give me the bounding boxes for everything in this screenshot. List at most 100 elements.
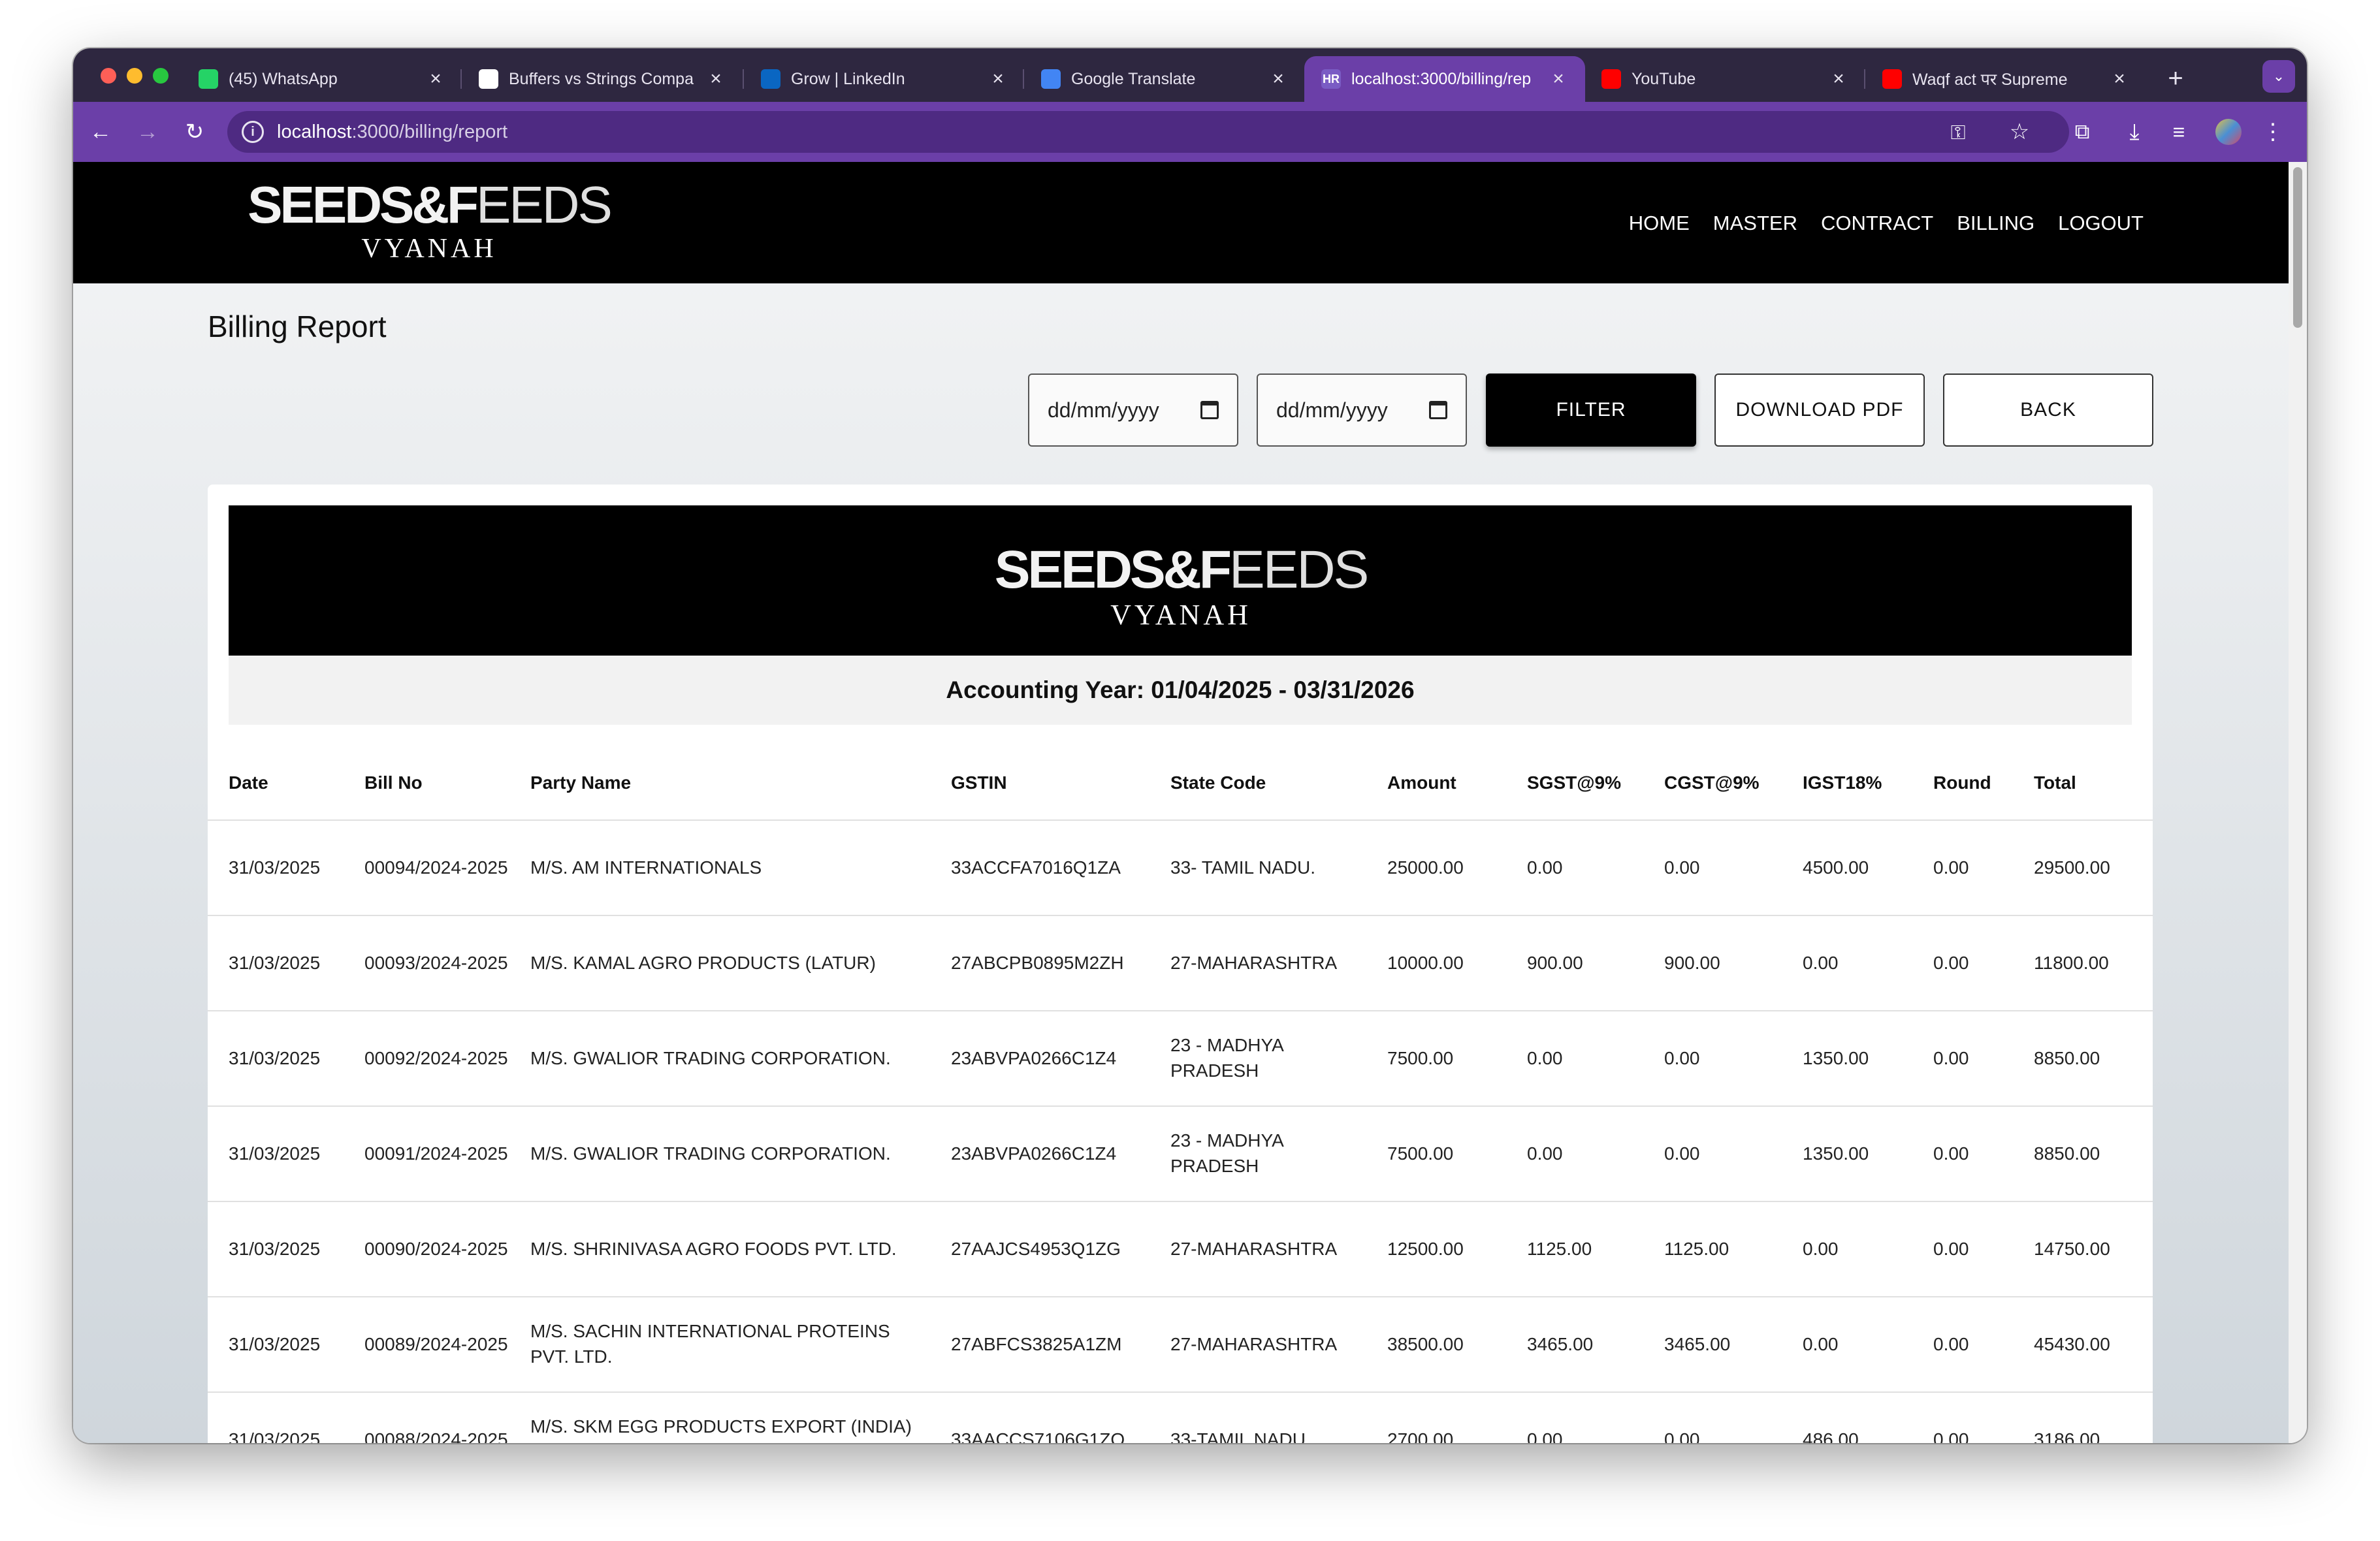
browser-toolbar: ← → ↻ i localhost:3000/billing/report ⚿ …: [73, 102, 2307, 162]
table-cell: 27-MAHARASHTRA: [1150, 1201, 1366, 1297]
maximize-window-button[interactable]: [153, 68, 169, 84]
table-cell: 23 - MADHYA PRADESH: [1150, 1011, 1366, 1107]
media-controls-icon[interactable]: ≡: [2163, 116, 2195, 148]
table-cell: 0.00: [1912, 1201, 2013, 1297]
site-navbar: SEEDS&FEEDS VYANAH HOME MASTER CONTRACT …: [73, 162, 2289, 283]
table-cell: 486.00: [1782, 1392, 1912, 1443]
password-key-icon[interactable]: ⚿: [1942, 118, 1974, 149]
nav-link-contract[interactable]: CONTRACT: [1821, 212, 1933, 235]
table-cell: 0.00: [1643, 1011, 1782, 1107]
table-cell: 0.00: [1643, 1392, 1782, 1443]
scrollbar-thumb[interactable]: [2293, 167, 2302, 328]
tab-search-button[interactable]: ⌄: [2262, 60, 2295, 93]
table-cell: 0.00: [1643, 1106, 1782, 1202]
filter-button[interactable]: FILTER: [1486, 373, 1696, 447]
address-url: localhost:3000/billing/report: [277, 121, 508, 142]
address-bar[interactable]: i localhost:3000/billing/report: [227, 111, 2069, 153]
tab-title: Buffers vs Strings Compa: [509, 69, 694, 88]
table-cell: 0.00: [1506, 1392, 1643, 1443]
from-date-input[interactable]: dd/mm/yyyy: [1028, 373, 1238, 447]
page-viewport: SEEDS&FEEDS VYANAH HOME MASTER CONTRACT …: [73, 162, 2289, 1443]
browser-tab[interactable]: HR localhost:3000/billing/rep ×: [1304, 56, 1585, 102]
extensions-icon[interactable]: ⧉: [2066, 116, 2098, 148]
close-tab-icon[interactable]: ×: [1268, 68, 1288, 90]
back-button[interactable]: BACK: [1943, 373, 2153, 447]
close-tab-icon[interactable]: ×: [1549, 68, 1568, 90]
back-arrow-icon[interactable]: ←: [85, 116, 116, 148]
table-cell: 27AAJCS4953Q1ZG: [930, 1201, 1150, 1297]
table-cell: 900.00: [1506, 915, 1643, 1011]
close-tab-icon[interactable]: ×: [2110, 68, 2129, 90]
table-row: 31/03/2025 00089/2024-2025 M/S. SACHIN INT…: [208, 1297, 2153, 1393]
table-cell: 38500.00: [1366, 1297, 1506, 1393]
table-cell: 45430.00: [2013, 1297, 2153, 1393]
table-cell: 0.00: [1506, 1106, 1643, 1202]
reload-icon[interactable]: ↻: [179, 116, 210, 148]
report-card: SEEDS&FEEDS VYANAH Accounting Year: 01/0…: [208, 485, 2153, 1443]
column-header: GSTIN: [930, 746, 1150, 821]
table-cell: M/S. SACHIN INTERNATIONAL PROTEINS PVT. …: [509, 1297, 930, 1393]
table-cell: 23ABVPA0266C1Z4: [930, 1106, 1150, 1202]
table-cell: 0.00: [1912, 820, 2013, 916]
browser-tab[interactable]: Waqf act पर Supreme ×: [1865, 56, 2146, 102]
table-cell: 33-TAMIL NADU: [1150, 1392, 1366, 1443]
table-cell: 33- TAMIL NADU.: [1150, 820, 1366, 916]
calendar-icon[interactable]: [1200, 401, 1219, 419]
nav-link-master[interactable]: MASTER: [1713, 212, 1797, 235]
table-cell: M/S. SKM EGG PRODUCTS EXPORT (INDIA) LIM…: [509, 1392, 930, 1443]
tab-separator: [1023, 69, 1024, 89]
browser-tab[interactable]: Google Translate ×: [1024, 56, 1305, 102]
browser-tab[interactable]: Grow | LinkedIn ×: [744, 56, 1025, 102]
nav-links: HOME MASTER CONTRACT BILLING LOGOUT: [1629, 212, 2144, 235]
forward-arrow-icon[interactable]: →: [132, 116, 163, 148]
table-cell: 00093/2024-2025: [344, 915, 509, 1011]
table-cell: 10000.00: [1366, 915, 1506, 1011]
youtube-icon: [1882, 69, 1902, 89]
nav-link-home[interactable]: HOME: [1629, 212, 1690, 235]
tab-title: localhost:3000/billing/rep: [1351, 69, 1532, 88]
linkedin-icon: [761, 69, 780, 89]
table-cell: 0.00: [1912, 1011, 2013, 1107]
new-tab-button[interactable]: +: [2159, 61, 2193, 95]
table-cell: 0.00: [1506, 820, 1643, 916]
table-row: 31/03/2025 00091/2024-2025 M/S. GWALIOR TR…: [208, 1106, 2153, 1202]
calendar-icon[interactable]: [1429, 401, 1447, 419]
site-logo[interactable]: SEEDS&FEEDS VYANAH: [223, 179, 635, 264]
table-cell: 00092/2024-2025: [344, 1011, 509, 1107]
report-logo: SEEDS&FEEDS VYANAH: [994, 540, 1370, 631]
table-cell: 14750.00: [2013, 1201, 2153, 1297]
close-tab-icon[interactable]: ×: [426, 68, 445, 90]
download-icon[interactable]: ⤓: [2119, 116, 2150, 148]
table-cell: 0.00: [1912, 1392, 2013, 1443]
browser-tab[interactable]: Buffers vs Strings Compa ×: [462, 56, 743, 102]
close-window-button[interactable]: [101, 68, 116, 84]
nav-link-billing[interactable]: BILLING: [1957, 212, 2034, 235]
table-cell: 00089/2024-2025: [344, 1297, 509, 1393]
close-tab-icon[interactable]: ×: [706, 68, 726, 90]
page-scrollbar[interactable]: [2289, 162, 2307, 1443]
profile-avatar[interactable]: [2213, 116, 2244, 148]
accounting-year: Accounting Year: 01/04/2025 - 03/31/2026: [229, 656, 2132, 725]
logo-subtitle: VYANAH: [361, 234, 497, 264]
close-tab-icon[interactable]: ×: [1829, 68, 1848, 90]
table-cell: 0.00: [1506, 1011, 1643, 1107]
site-info-icon[interactable]: i: [242, 121, 264, 143]
minimize-window-button[interactable]: [127, 68, 142, 84]
tab-title: Google Translate: [1071, 69, 1196, 88]
table-cell: 0.00: [1912, 1297, 2013, 1393]
download-pdf-button[interactable]: DOWNLOAD PDF: [1714, 373, 1925, 447]
browser-window: (45) WhatsApp × Buffers vs Strings Compa × G…: [73, 48, 2307, 1443]
column-header: Amount: [1366, 746, 1506, 821]
browser-tab[interactable]: (45) WhatsApp ×: [182, 56, 462, 102]
browser-menu-icon[interactable]: ⋮: [2257, 116, 2289, 148]
column-header: Total: [2013, 746, 2153, 821]
browser-tab[interactable]: YouTube ×: [1584, 56, 1865, 102]
table-cell: 0.00: [1782, 915, 1912, 1011]
tab-separator: [1864, 69, 1865, 89]
tab-separator: [460, 69, 462, 89]
bookmark-star-icon[interactable]: ☆: [2004, 116, 2035, 148]
to-date-input[interactable]: dd/mm/yyyy: [1257, 373, 1467, 447]
close-tab-icon[interactable]: ×: [988, 68, 1008, 90]
nav-link-logout[interactable]: LOGOUT: [2058, 212, 2144, 235]
youtube-icon: [1601, 69, 1621, 89]
